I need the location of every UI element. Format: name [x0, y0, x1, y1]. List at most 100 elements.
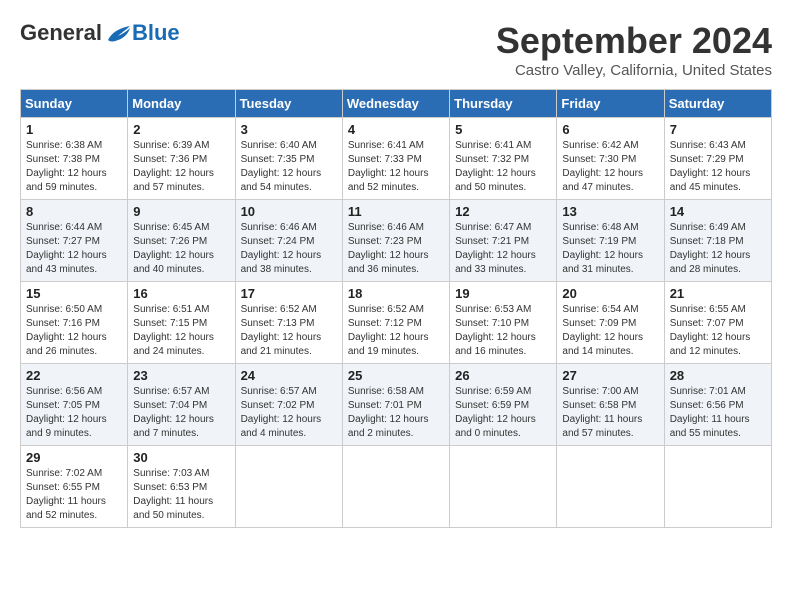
day-info: Sunrise: 6:49 AM Sunset: 7:18 PM Dayligh… [670, 221, 766, 277]
day-number: 17 [241, 286, 337, 301]
day-number: 4 [348, 122, 444, 137]
day-info: Sunrise: 6:41 AM Sunset: 7:32 PM Dayligh… [455, 139, 551, 195]
calendar-cell-2-2: 17 Sunrise: 6:52 AM Sunset: 7:13 PM Dayli… [235, 282, 342, 364]
day-number: 20 [562, 286, 658, 301]
day-info: Sunrise: 7:00 AM Sunset: 6:58 PM Dayligh… [562, 385, 658, 441]
day-info: Sunrise: 6:52 AM Sunset: 7:12 PM Dayligh… [348, 303, 444, 359]
calendar-cell-1-6: 14 Sunrise: 6:49 AM Sunset: 7:18 PM Dayli… [664, 200, 771, 282]
calendar-cell-1-1: 9Sunrise: 6:45 AM Sunset: 7:26 PM Daylig… [128, 200, 235, 282]
day-number: 22 [26, 368, 122, 383]
day-info: Sunrise: 6:50 AM Sunset: 7:16 PM Dayligh… [26, 303, 122, 359]
day-number: 26 [455, 368, 551, 383]
page-header: General Blue September 2024 Castro Valle… [20, 20, 772, 79]
calendar-cell-3-1: 23Sunrise: 6:57 AM Sunset: 7:04 PM Dayli… [128, 364, 235, 446]
day-number: 2 [133, 122, 229, 137]
day-number: 8 [26, 204, 122, 219]
calendar-cell-2-1: 16Sunrise: 6:51 AM Sunset: 7:15 PM Dayli… [128, 282, 235, 364]
day-info: Sunrise: 6:43 AM Sunset: 7:29 PM Dayligh… [670, 139, 766, 195]
calendar-cell-3-6: 28 Sunrise: 7:01 AM Sunset: 6:56 PM Dayli… [664, 364, 771, 446]
day-number: 14 [670, 204, 766, 219]
day-number: 21 [670, 286, 766, 301]
calendar-cell-0-0: 1 Sunrise: 6:38 AM Sunset: 7:38 PM Daylig… [21, 118, 128, 200]
day-info: Sunrise: 7:02 AM Sunset: 6:55 PM Dayligh… [26, 467, 122, 523]
calendar-cell-0-2: 3Sunrise: 6:40 AM Sunset: 7:35 PM Daylig… [235, 118, 342, 200]
calendar-week-3: 15 Sunrise: 6:50 AM Sunset: 7:16 PM Dayli… [21, 282, 772, 364]
logo: General Blue [20, 20, 180, 46]
day-number: 30 [133, 450, 229, 465]
calendar-cell-2-4: 19 Sunrise: 6:53 AM Sunset: 7:10 PM Dayli… [450, 282, 557, 364]
calendar-week-2: 8 Sunrise: 6:44 AM Sunset: 7:27 PM Daylig… [21, 200, 772, 282]
day-number: 7 [670, 122, 766, 137]
calendar-cell-4-4 [450, 446, 557, 528]
day-info: Sunrise: 6:47 AM Sunset: 7:21 PM Dayligh… [455, 221, 551, 277]
day-info: Sunrise: 6:51 AM Sunset: 7:15 PM Dayligh… [133, 303, 229, 359]
day-info: Sunrise: 6:56 AM Sunset: 7:05 PM Dayligh… [26, 385, 122, 441]
day-info: Sunrise: 6:58 AM Sunset: 7:01 PM Dayligh… [348, 385, 444, 441]
calendar-cell-1-4: 12Sunrise: 6:47 AM Sunset: 7:21 PM Dayli… [450, 200, 557, 282]
calendar-cell-4-0: 29 Sunrise: 7:02 AM Sunset: 6:55 PM Dayli… [21, 446, 128, 528]
calendar-cell-3-0: 22 Sunrise: 6:56 AM Sunset: 7:05 PM Dayli… [21, 364, 128, 446]
header-sunday: Sunday [21, 90, 128, 118]
day-number: 15 [26, 286, 122, 301]
calendar-cell-1-5: 13Sunrise: 6:48 AM Sunset: 7:19 PM Dayli… [557, 200, 664, 282]
calendar-cell-2-6: 21 Sunrise: 6:55 AM Sunset: 7:07 PM Dayli… [664, 282, 771, 364]
calendar-cell-3-5: 27 Sunrise: 7:00 AM Sunset: 6:58 PM Dayli… [557, 364, 664, 446]
calendar-week-5: 29 Sunrise: 7:02 AM Sunset: 6:55 PM Dayli… [21, 446, 772, 528]
day-info: Sunrise: 6:45 AM Sunset: 7:26 PM Dayligh… [133, 221, 229, 277]
day-number: 6 [562, 122, 658, 137]
header-friday: Friday [557, 90, 664, 118]
day-number: 19 [455, 286, 551, 301]
calendar-week-1: 1 Sunrise: 6:38 AM Sunset: 7:38 PM Daylig… [21, 118, 772, 200]
day-info: Sunrise: 6:44 AM Sunset: 7:27 PM Dayligh… [26, 221, 122, 277]
calendar-cell-3-3: 25Sunrise: 6:58 AM Sunset: 7:01 PM Dayli… [342, 364, 449, 446]
day-number: 18 [348, 286, 444, 301]
calendar-cell-0-6: 7 Sunrise: 6:43 AM Sunset: 7:29 PM Daylig… [664, 118, 771, 200]
calendar-cell-4-6 [664, 446, 771, 528]
calendar-cell-4-2 [235, 446, 342, 528]
day-number: 23 [133, 368, 229, 383]
calendar-cell-0-5: 6 Sunrise: 6:42 AM Sunset: 7:30 PM Daylig… [557, 118, 664, 200]
day-info: Sunrise: 6:57 AM Sunset: 7:02 PM Dayligh… [241, 385, 337, 441]
calendar-cell-3-2: 24 Sunrise: 6:57 AM Sunset: 7:02 PM Dayli… [235, 364, 342, 446]
day-info: Sunrise: 6:54 AM Sunset: 7:09 PM Dayligh… [562, 303, 658, 359]
calendar-cell-1-3: 11 Sunrise: 6:46 AM Sunset: 7:23 PM Dayli… [342, 200, 449, 282]
day-number: 11 [348, 204, 444, 219]
day-info: Sunrise: 6:53 AM Sunset: 7:10 PM Dayligh… [455, 303, 551, 359]
header-thursday: Thursday [450, 90, 557, 118]
calendar-cell-3-4: 26 Sunrise: 6:59 AM Sunset: 6:59 PM Dayli… [450, 364, 557, 446]
day-info: Sunrise: 6:40 AM Sunset: 7:35 PM Dayligh… [241, 139, 337, 195]
logo-bird-icon [104, 22, 132, 44]
day-info: Sunrise: 6:42 AM Sunset: 7:30 PM Dayligh… [562, 139, 658, 195]
header-tuesday: Tuesday [235, 90, 342, 118]
header-monday: Monday [128, 90, 235, 118]
day-number: 1 [26, 122, 122, 137]
location-title: Castro Valley, California, United States [496, 62, 772, 79]
day-info: Sunrise: 6:59 AM Sunset: 6:59 PM Dayligh… [455, 385, 551, 441]
day-number: 24 [241, 368, 337, 383]
calendar-cell-2-0: 15 Sunrise: 6:50 AM Sunset: 7:16 PM Dayli… [21, 282, 128, 364]
day-info: Sunrise: 6:46 AM Sunset: 7:23 PM Dayligh… [348, 221, 444, 277]
calendar-cell-4-5 [557, 446, 664, 528]
header-wednesday: Wednesday [342, 90, 449, 118]
calendar-cell-4-1: 30 Sunrise: 7:03 AM Sunset: 6:53 PM Dayli… [128, 446, 235, 528]
day-info: Sunrise: 6:38 AM Sunset: 7:38 PM Dayligh… [26, 139, 122, 195]
calendar-week-4: 22 Sunrise: 6:56 AM Sunset: 7:05 PM Dayli… [21, 364, 772, 446]
calendar-cell-2-3: 18 Sunrise: 6:52 AM Sunset: 7:12 PM Dayli… [342, 282, 449, 364]
day-info: Sunrise: 6:39 AM Sunset: 7:36 PM Dayligh… [133, 139, 229, 195]
day-info: Sunrise: 7:01 AM Sunset: 6:56 PM Dayligh… [670, 385, 766, 441]
month-title: September 2024 [496, 20, 772, 62]
calendar-cell-2-5: 20 Sunrise: 6:54 AM Sunset: 7:09 PM Dayli… [557, 282, 664, 364]
calendar-cell-0-1: 2 Sunrise: 6:39 AM Sunset: 7:36 PM Daylig… [128, 118, 235, 200]
day-info: Sunrise: 6:52 AM Sunset: 7:13 PM Dayligh… [241, 303, 337, 359]
day-number: 29 [26, 450, 122, 465]
calendar-header-row: Sunday Monday Tuesday Wednesday Thursday… [21, 90, 772, 118]
day-number: 10 [241, 204, 337, 219]
day-info: Sunrise: 6:55 AM Sunset: 7:07 PM Dayligh… [670, 303, 766, 359]
header-saturday: Saturday [664, 90, 771, 118]
day-info: Sunrise: 6:41 AM Sunset: 7:33 PM Dayligh… [348, 139, 444, 195]
day-info: Sunrise: 6:48 AM Sunset: 7:19 PM Dayligh… [562, 221, 658, 277]
day-number: 27 [562, 368, 658, 383]
calendar-cell-4-3 [342, 446, 449, 528]
day-number: 28 [670, 368, 766, 383]
day-info: Sunrise: 7:03 AM Sunset: 6:53 PM Dayligh… [133, 467, 229, 523]
